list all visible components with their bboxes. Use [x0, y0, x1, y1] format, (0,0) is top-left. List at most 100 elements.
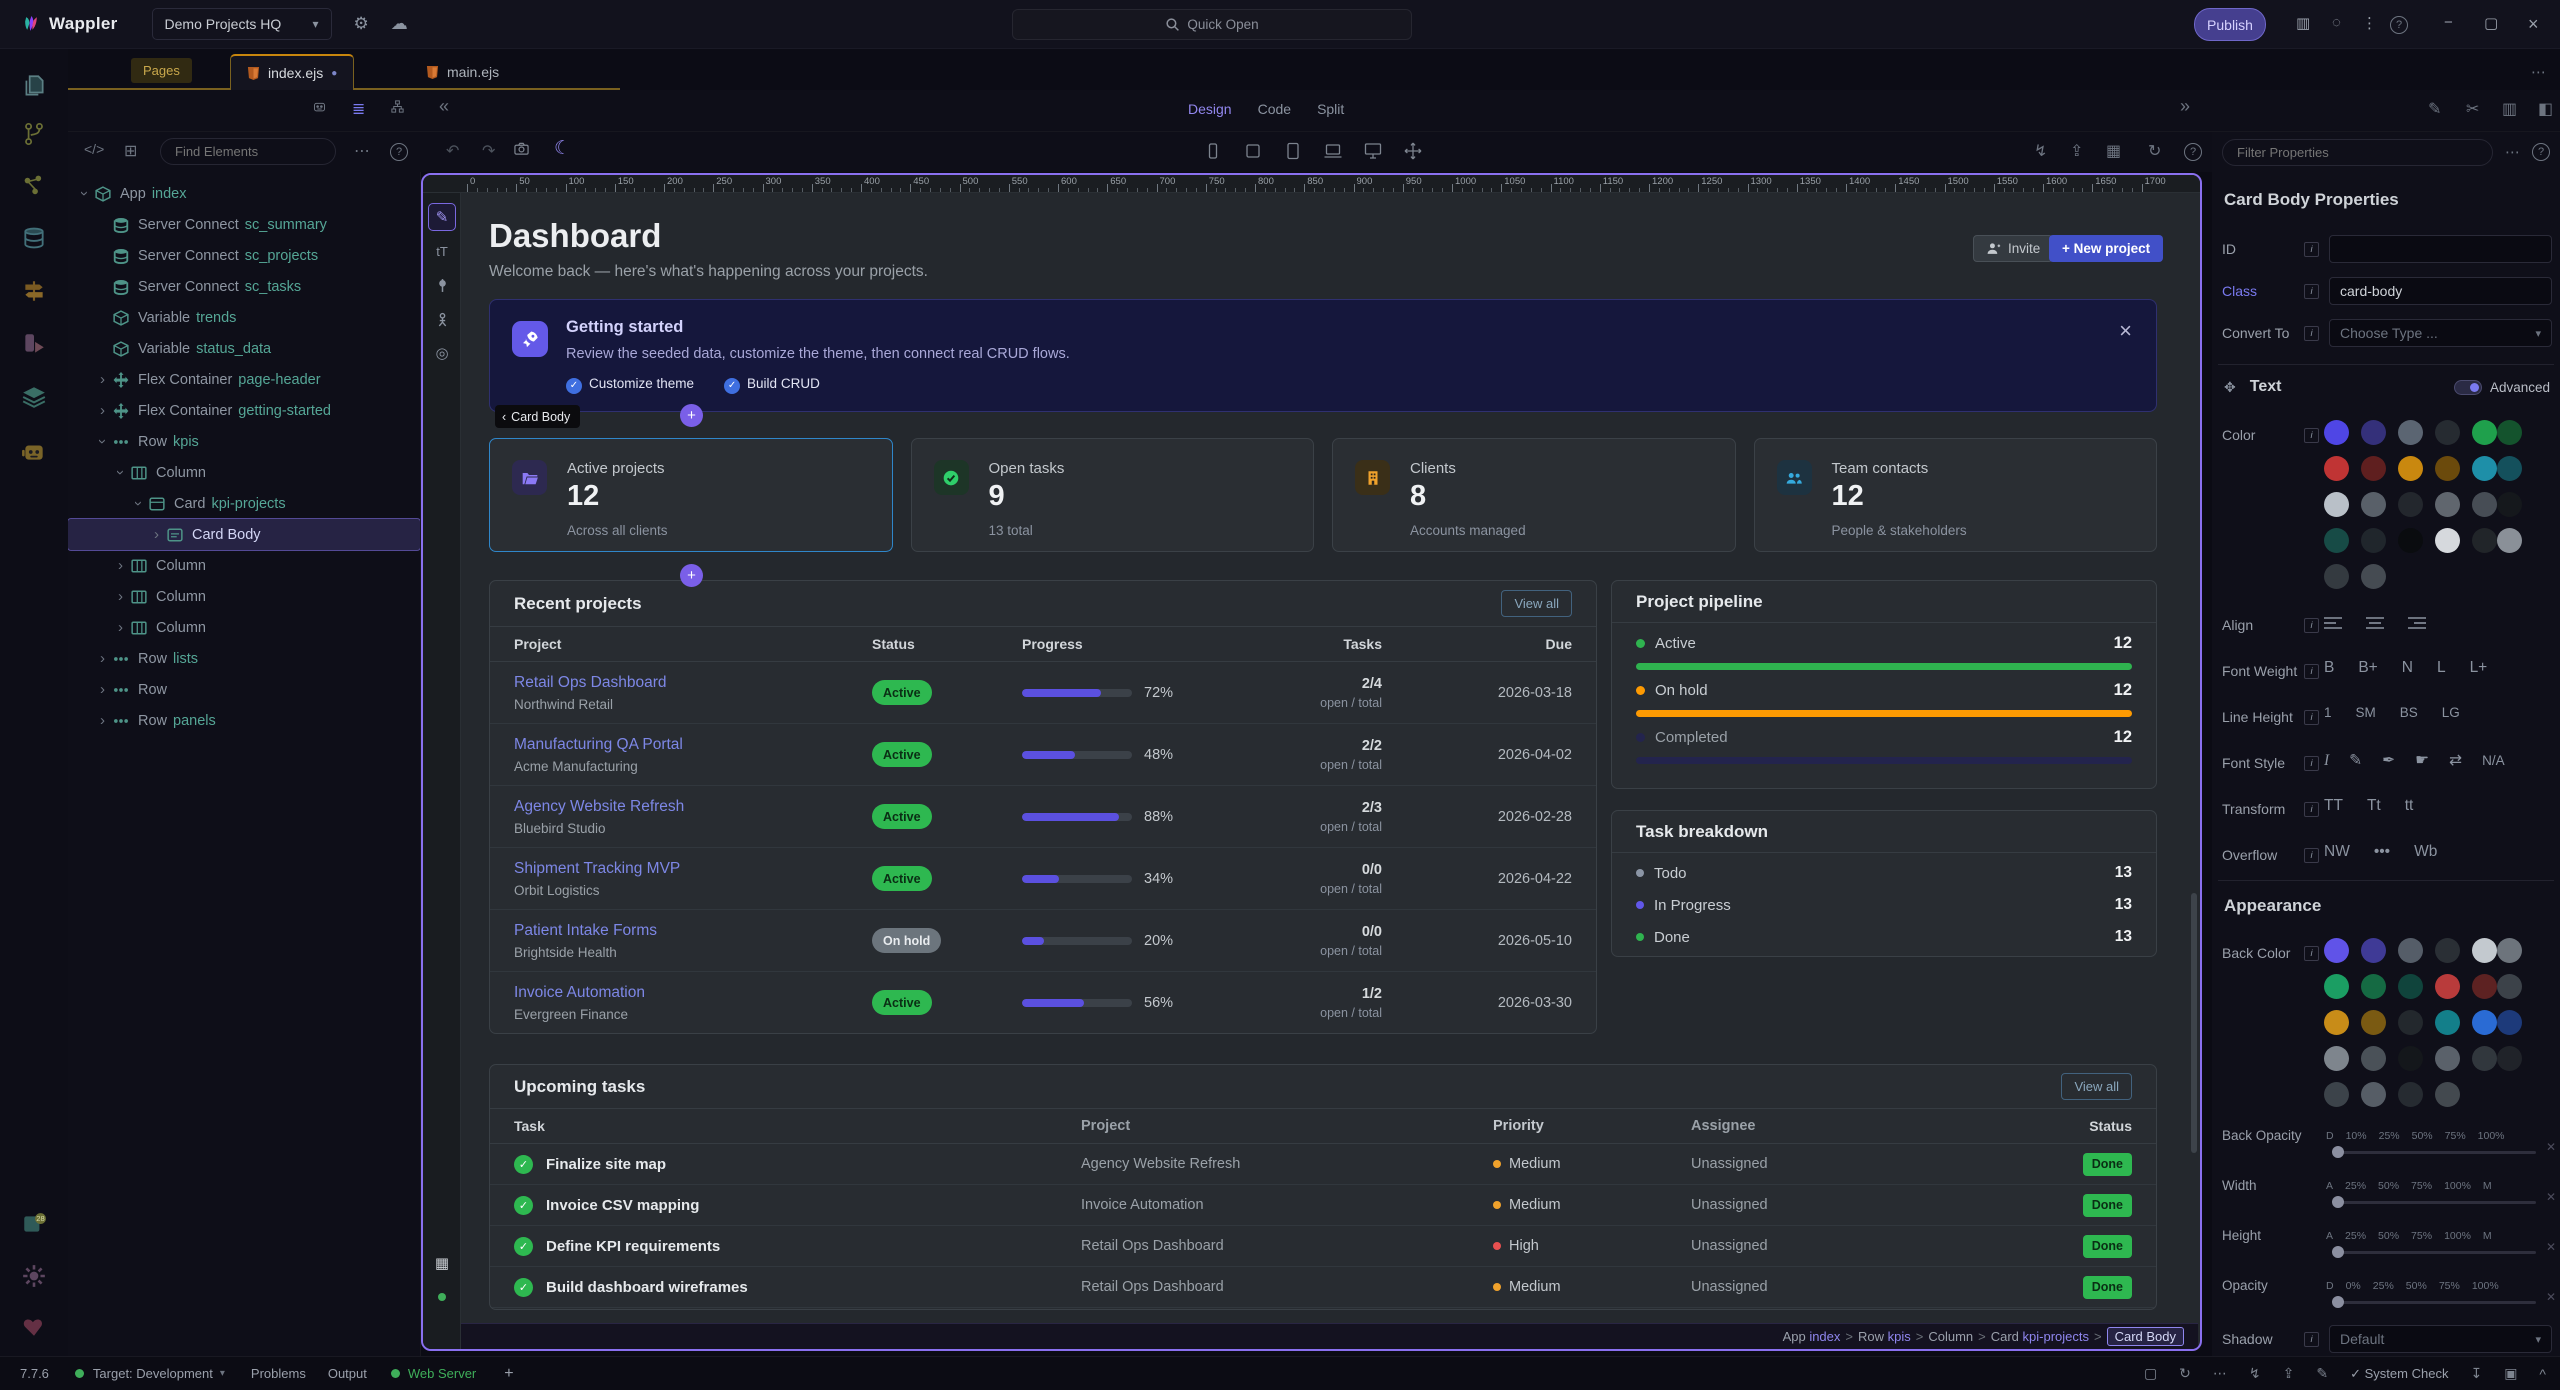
overflow-menu-icon[interactable]: ⋮ [2362, 14, 2377, 32]
back-color-swatch[interactable] [2398, 1046, 2423, 1071]
text-color-swatch[interactable] [2324, 528, 2349, 553]
download-icon[interactable]: ↧ [2470, 1365, 2482, 1382]
font-weight-option[interactable]: B+ [2358, 659, 2377, 677]
theme-heart-icon[interactable] [19, 1311, 49, 1341]
window-minimize-icon[interactable]: − [2444, 14, 2453, 31]
output-tab[interactable]: Output [328, 1366, 367, 1381]
breadcrumb-current[interactable]: Card Body [2107, 1327, 2184, 1346]
text-color-swatch[interactable] [2435, 420, 2460, 445]
back-color-swatch[interactable] [2435, 1082, 2460, 1107]
view-all-button[interactable]: View all [2061, 1073, 2132, 1100]
edit-icon[interactable]: ✎ [2316, 1365, 2328, 1382]
panel-options-icon[interactable]: ⋯ [2505, 143, 2520, 161]
font-weight-option[interactable]: L+ [2470, 659, 2488, 677]
filter-properties-input[interactable] [2223, 140, 2492, 165]
line-height-option[interactable]: 1 [2324, 705, 2332, 720]
back-color-swatch[interactable] [2497, 1010, 2522, 1035]
back-color-swatch[interactable] [2497, 938, 2522, 963]
text-color-swatch[interactable] [2361, 420, 2386, 445]
slider-tick[interactable]: 25% [2345, 1230, 2366, 1242]
find-elements-input[interactable] [161, 139, 335, 164]
tree-chevron-icon[interactable] [94, 712, 111, 729]
text-color-swatch[interactable] [2472, 420, 2497, 445]
slider-tick[interactable]: 75% [2445, 1130, 2466, 1142]
slider-tick[interactable]: M [2483, 1230, 2492, 1242]
project-link[interactable]: Patient Intake Forms [514, 922, 872, 940]
tree-chevron-icon[interactable] [130, 495, 147, 512]
quick-open-search[interactable]: Quick Open [1012, 9, 1412, 40]
code-view-icon[interactable]: </> [84, 141, 104, 157]
back-color-swatch[interactable] [2324, 1046, 2349, 1071]
back-color-swatch[interactable] [2361, 938, 2386, 963]
back-color-swatch[interactable] [2472, 1046, 2497, 1071]
reset-icon[interactable]: ✕ [2546, 1140, 2556, 1154]
back-color-swatch[interactable] [2472, 974, 2497, 999]
project-row[interactable]: Agency Website Refresh Bluebird Studio A… [490, 786, 1596, 848]
dark-mode-moon-icon[interactable]: ☾ [554, 137, 571, 160]
task-row[interactable]: ✓ Invoice CSV mapping Invoice Automation… [490, 1185, 2156, 1226]
slider-tick[interactable]: 25% [2379, 1130, 2400, 1142]
text-color-swatch[interactable] [2472, 456, 2497, 481]
tree-item[interactable]: Flex Container page-header [68, 364, 420, 395]
ai-robot-icon[interactable] [312, 99, 327, 119]
problems-tab[interactable]: Problems [251, 1366, 306, 1381]
refresh-icon[interactable]: ↻ [2179, 1365, 2191, 1382]
back-color-swatch[interactable] [2361, 1046, 2386, 1071]
text-color-swatch[interactable] [2497, 492, 2522, 517]
tree-chevron-icon[interactable] [148, 526, 165, 543]
slider-tick[interactable]: 75% [2411, 1230, 2432, 1242]
tree-item[interactable]: Variable trends [68, 302, 420, 333]
back-color-swatch[interactable] [2497, 974, 2522, 999]
back-color-swatch[interactable] [2324, 974, 2349, 999]
kpi-card[interactable]: Team contacts 12 People & stakeholders [1754, 438, 2158, 552]
project-row[interactable]: Invoice Automation Evergreen Finance Act… [490, 972, 1596, 1034]
opacity-slider[interactable] [2334, 1301, 2536, 1304]
tree-chevron-icon[interactable] [112, 619, 129, 636]
tree-chevron-icon[interactable] [94, 371, 111, 388]
breadcrumb-item[interactable]: Card kpi-projects> [1991, 1329, 2107, 1344]
tree-item[interactable]: Column [68, 550, 420, 581]
back-color-swatch[interactable] [2497, 1046, 2522, 1071]
tree-item[interactable]: Row panels [68, 705, 420, 736]
text-color-swatch[interactable] [2472, 528, 2497, 553]
breadcrumb-item[interactable]: Row kpis> [1858, 1329, 1928, 1344]
font-weight-option[interactable]: B [2324, 659, 2334, 677]
text-transform-option[interactable]: tt [2405, 797, 2414, 815]
device-tablet-icon[interactable] [1282, 140, 1304, 162]
new-project-button[interactable]: + New project [2049, 235, 2163, 262]
project-link[interactable]: Invoice Automation [514, 984, 872, 1002]
lightning-icon[interactable]: ↯ [2249, 1365, 2261, 1382]
device-phone-icon[interactable] [1202, 140, 1224, 162]
text-color-swatch[interactable] [2472, 492, 2497, 517]
back-color-swatch[interactable] [2472, 1010, 2497, 1035]
text-color-swatch[interactable] [2324, 420, 2349, 445]
na-option[interactable]: N/A [2482, 753, 2505, 768]
line-height-option[interactable]: LG [2442, 705, 2460, 720]
tree-item[interactable]: Flex Container getting-started [68, 395, 420, 426]
device-desktop-icon[interactable] [1362, 140, 1384, 162]
device-laptop-icon[interactable] [1322, 140, 1344, 162]
routing-signpost-icon[interactable] [19, 276, 49, 306]
device-square-icon[interactable] [1242, 140, 1264, 162]
task-check-icon[interactable]: ✓ [514, 1278, 533, 1297]
task-check-icon[interactable]: ✓ [514, 1237, 533, 1256]
highlight-pen-icon[interactable]: ✎ [2349, 751, 2362, 770]
text-color-swatch[interactable] [2361, 456, 2386, 481]
slider-tick[interactable]: M [2483, 1180, 2492, 1192]
tree-chevron-icon[interactable] [94, 650, 111, 667]
slider-tick[interactable]: 25% [2373, 1280, 2394, 1292]
tree-help-icon[interactable]: ? [390, 143, 408, 161]
back-color-swatch[interactable] [2398, 1010, 2423, 1035]
font-weight-option[interactable]: L [2437, 659, 2446, 677]
project-row[interactable]: Retail Ops Dashboard Northwind Retail Ac… [490, 662, 1596, 724]
tree-item[interactable]: Variable status_data [68, 333, 420, 364]
tab-index-ejs[interactable]: index.ejs ● [230, 54, 354, 90]
back-color-swatch[interactable] [2361, 1082, 2386, 1107]
project-link[interactable]: Agency Website Refresh [514, 798, 872, 816]
banner-close-icon[interactable]: × [2119, 318, 2132, 344]
inspect-eye-icon[interactable]: ◎ [428, 339, 456, 367]
slider-tick[interactable]: A [2326, 1180, 2333, 1192]
ai-assistant-robot-icon[interactable] [19, 437, 49, 467]
slider-tick[interactable]: 50% [2406, 1280, 2427, 1292]
slider-tick[interactable]: 100% [2472, 1280, 2499, 1292]
